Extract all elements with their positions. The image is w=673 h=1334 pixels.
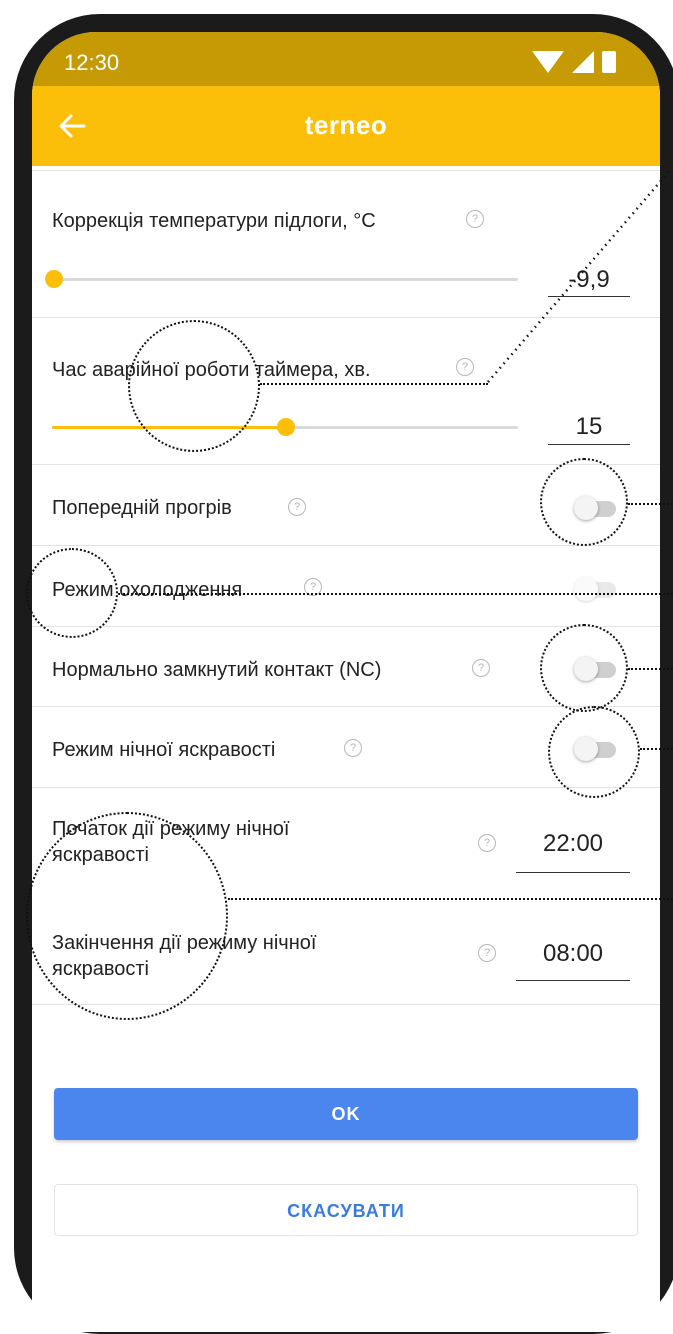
annotation-line <box>640 748 673 750</box>
ok-button[interactable]: OK <box>54 1088 638 1140</box>
help-icon[interactable]: ? <box>344 739 362 757</box>
help-icon[interactable]: ? <box>288 498 306 516</box>
floor-correction-label: Коррекція температури підлоги, °C <box>52 210 376 232</box>
divider <box>32 545 660 546</box>
annotation-circle <box>540 458 628 546</box>
status-icons <box>532 50 616 74</box>
floor-correction-slider-thumb[interactable] <box>45 270 63 288</box>
app-bar: terneo <box>32 86 660 166</box>
page-title: terneo <box>304 110 388 140</box>
wifi-icon <box>532 51 564 73</box>
annotation-line <box>118 593 673 595</box>
annotation-circle <box>26 548 118 638</box>
annotation-line <box>487 167 673 383</box>
nc-contact-label: Нормально замкнутий контакт (NC) <box>52 659 382 681</box>
annotation-circle <box>540 624 628 712</box>
night-start-time[interactable]: 22:00 <box>516 830 630 858</box>
annotation-line <box>628 503 673 505</box>
help-icon[interactable]: ? <box>466 210 484 228</box>
help-icon[interactable]: ? <box>478 834 496 852</box>
floor-correction-slider-track[interactable] <box>52 278 518 281</box>
help-icon[interactable]: ? <box>472 659 490 677</box>
value-underline <box>548 444 630 445</box>
toggle-knob <box>574 577 598 601</box>
help-icon[interactable]: ? <box>478 944 496 962</box>
help-icon[interactable]: ? <box>456 358 474 376</box>
annotation-line <box>228 898 673 900</box>
cancel-button[interactable]: СКАСУВАТИ <box>54 1184 638 1236</box>
emergency-timer-slider-thumb[interactable] <box>277 418 295 436</box>
value-underline <box>516 872 630 873</box>
annotation-circle <box>128 320 260 452</box>
status-time: 12:30 <box>64 50 120 75</box>
night-brightness-label: Режим нічної яскравості <box>52 739 276 761</box>
battery-icon <box>602 51 616 73</box>
preheat-label: Попередній прогрів <box>52 497 232 519</box>
annotation-line <box>628 668 673 670</box>
annotation-circle <box>26 812 228 1020</box>
signal-icon <box>572 51 594 73</box>
value-underline <box>516 980 630 981</box>
emergency-timer-value[interactable]: 15 <box>548 413 630 441</box>
cooling-mode-toggle[interactable] <box>574 576 620 602</box>
annotation-circle <box>548 706 640 798</box>
status-bar: 12:30 <box>32 32 660 86</box>
night-end-time[interactable]: 08:00 <box>516 940 630 968</box>
annotation-line <box>260 383 488 385</box>
